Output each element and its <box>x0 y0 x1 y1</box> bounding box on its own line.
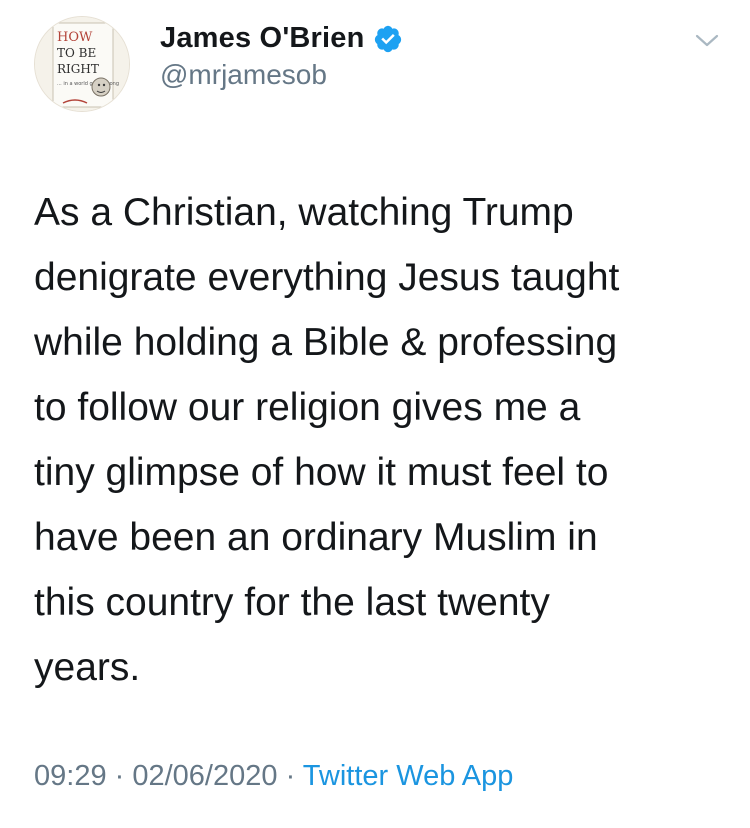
tweet-metadata: 09:29 · 02/06/2020 · Twitter Web App <box>34 760 513 793</box>
meta-separator: · <box>106 760 133 792</box>
avatar-text-line-3: RIGHT <box>57 62 99 76</box>
tweet-time[interactable]: 09:29 <box>34 760 107 792</box>
display-name[interactable]: James O'Brien <box>160 22 365 55</box>
avatar-text-line-1: HOW <box>57 30 93 45</box>
tweet-date[interactable]: 02/06/2020 <box>132 760 277 792</box>
name-row: James O'Brien <box>160 22 403 55</box>
author-block: James O'Brien @mrjamesob <box>160 22 403 91</box>
verified-badge-icon <box>374 25 401 52</box>
avatar-text-line-2: TO BE <box>57 46 96 60</box>
tweet-source-link[interactable]: Twitter Web App <box>303 760 514 792</box>
tweet: HOW TO BE RIGHT ... in a world gone wron… <box>0 0 750 828</box>
avatar-image: HOW TO BE RIGHT ... in a world gone wron… <box>35 17 129 111</box>
tweet-text: As a Christian, watching Trump denigrate… <box>34 191 620 689</box>
handle[interactable]: @mrjamesob <box>160 59 403 91</box>
chevron-down-icon[interactable] <box>694 32 720 50</box>
avatar[interactable]: HOW TO BE RIGHT ... in a world gone wron… <box>34 16 130 112</box>
meta-separator: · <box>277 760 303 792</box>
